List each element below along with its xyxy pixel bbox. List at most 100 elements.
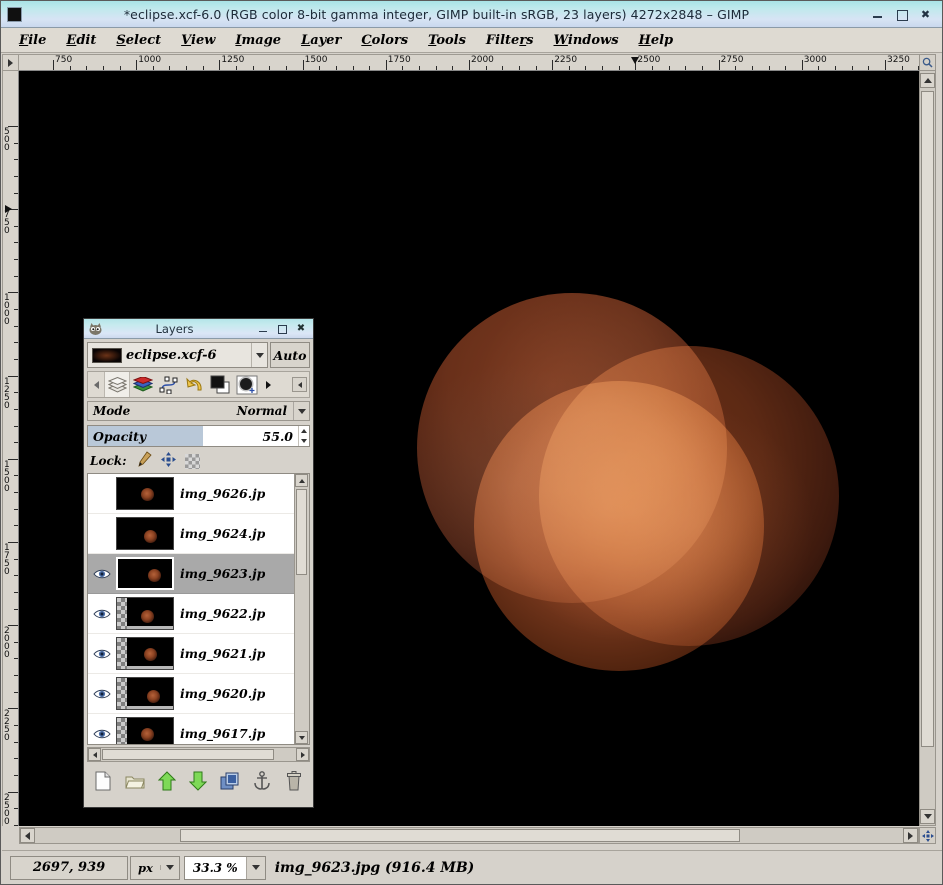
scroll-down-button[interactable] xyxy=(920,809,935,824)
transparency-checkerboard xyxy=(117,678,127,709)
canvas-horizontal-scrollbar[interactable] xyxy=(19,827,919,844)
layers-maximize-button[interactable] xyxy=(277,323,287,334)
layer-row[interactable]: img_9617.jp xyxy=(88,714,294,744)
layer-visibility-toggle[interactable] xyxy=(88,688,116,700)
menu-view[interactable]: View xyxy=(171,31,225,50)
layers-hscroll-right-button[interactable] xyxy=(296,748,309,761)
unit-selector[interactable]: px xyxy=(130,855,180,880)
menu-image[interactable]: Image xyxy=(225,31,291,50)
navigation-preview-button[interactable] xyxy=(919,827,936,844)
canvas-vertical-scrollbar[interactable] xyxy=(919,54,936,826)
layers-minimize-button[interactable] xyxy=(258,323,268,334)
duplicate-layer-button[interactable] xyxy=(218,769,242,793)
layer-row[interactable]: img_9621.jp xyxy=(88,634,294,674)
tabs-scroll-left[interactable] xyxy=(88,380,104,389)
ruler-minor-tick xyxy=(602,66,604,70)
lock-alpha-button[interactable] xyxy=(184,453,200,469)
tab-undo-history[interactable] xyxy=(182,372,208,397)
menu-edit[interactable]: Edit xyxy=(56,31,106,50)
menu-tools[interactable]: Tools xyxy=(418,31,476,50)
horizontal-scroll-thumb[interactable] xyxy=(180,829,740,842)
menu-filters[interactable]: Filters xyxy=(476,31,544,50)
tab-colors[interactable] xyxy=(208,372,234,397)
layer-visibility-toggle[interactable] xyxy=(88,608,116,620)
layer-row[interactable]: img_9620.jp xyxy=(88,674,294,714)
tab-brushes[interactable] xyxy=(234,372,260,397)
anchor-icon xyxy=(254,771,270,790)
layer-row[interactable]: img_9624.jp xyxy=(88,514,294,554)
layer-row[interactable]: img_9623.jp xyxy=(88,554,294,594)
brush-blob-icon xyxy=(236,375,258,394)
menu-file[interactable]: File xyxy=(9,31,56,50)
delete-layer-button[interactable] xyxy=(282,769,306,793)
horizontal-ruler[interactable]: 750 1000 1250 1500 1750 2000 2250 2500 2750 3000 3… xyxy=(19,54,919,71)
ruler-minor-tick xyxy=(851,66,853,70)
scroll-right-button[interactable] xyxy=(903,828,918,843)
lock-position-button[interactable] xyxy=(160,451,176,471)
layer-visibility-toggle[interactable] xyxy=(88,648,116,660)
menu-layer[interactable]: Layer xyxy=(291,31,351,50)
layer-row[interactable]: img_9626.jp xyxy=(88,474,294,514)
anchor-layer-button[interactable] xyxy=(250,769,274,793)
spinner-down-icon[interactable] xyxy=(301,439,307,443)
lock-pixels-button[interactable] xyxy=(136,451,152,471)
menu-help[interactable]: Help xyxy=(629,31,684,50)
tabs-scroll-right[interactable] xyxy=(260,380,276,389)
thumbnail-moon xyxy=(148,569,161,582)
ruler-minor-tick xyxy=(14,309,18,311)
layers-scroll-down-button[interactable] xyxy=(295,731,308,744)
opacity-spinner[interactable] xyxy=(298,426,309,446)
scroll-up-button[interactable] xyxy=(920,73,935,88)
ruler-label: 750 xyxy=(55,55,73,65)
layers-scroll-up-button[interactable] xyxy=(295,474,308,487)
scroll-left-button[interactable] xyxy=(20,828,35,843)
tab-menu-button[interactable] xyxy=(292,377,307,392)
raise-layer-button[interactable] xyxy=(155,769,179,793)
ruler-major-tick xyxy=(53,60,54,70)
tab-paths[interactable] xyxy=(156,372,182,397)
layer-visibility-toggle[interactable] xyxy=(88,728,116,740)
ruler-major-tick xyxy=(302,60,304,70)
tab-layers[interactable] xyxy=(104,372,130,397)
vertical-ruler[interactable]: 500 750 1000 1250 1500 1750 2000 2250 2500 xyxy=(2,71,19,826)
layers-list-scrollbar[interactable] xyxy=(294,474,309,744)
close-button[interactable]: ✖ xyxy=(919,8,932,21)
menu-select[interactable]: Select xyxy=(106,31,171,50)
ruler-origin-button[interactable] xyxy=(2,54,19,71)
layer-mode-combo[interactable]: Mode Normal xyxy=(87,401,310,421)
spinner-up-icon[interactable] xyxy=(301,429,307,433)
auto-follow-button[interactable]: Auto xyxy=(270,342,310,368)
lower-layer-button[interactable] xyxy=(186,769,210,793)
ruler-minor-tick xyxy=(14,741,18,743)
new-layer-button[interactable] xyxy=(91,769,115,793)
zoom-image-window-button[interactable] xyxy=(919,54,936,71)
layers-close-button[interactable]: ✖ xyxy=(296,323,306,334)
layers-list[interactable]: img_9626.jp img_9624.jp img_9623.jp img_962… xyxy=(88,474,294,744)
zoom-selector[interactable]: 33.3 % xyxy=(183,855,266,880)
minimize-button[interactable] xyxy=(871,8,884,21)
ruler-major-tick xyxy=(385,60,387,70)
opacity-slider[interactable]: Opacity 55.0 xyxy=(87,425,310,447)
layers-scroll-thumb[interactable] xyxy=(296,489,307,575)
layers-horizontal-scrollbar[interactable] xyxy=(87,747,310,762)
ruler-minor-tick xyxy=(685,66,687,70)
layer-row[interactable]: img_9622.jp xyxy=(88,594,294,634)
eye-icon xyxy=(93,729,111,738)
image-combo[interactable]: eclipse.xcf-6 xyxy=(87,342,268,368)
layers-toolbar xyxy=(87,767,310,795)
ruler-label: 3250 xyxy=(887,55,910,65)
ruler-minor-tick xyxy=(14,691,18,693)
ruler-minor-tick xyxy=(568,66,570,70)
new-layer-group-button[interactable] xyxy=(123,769,147,793)
thumbnail-moon xyxy=(141,728,154,741)
layer-visibility-toggle[interactable] xyxy=(88,568,116,580)
tab-channels[interactable] xyxy=(130,372,156,397)
vertical-scroll-thumb[interactable] xyxy=(921,91,934,747)
maximize-button[interactable] xyxy=(895,8,908,21)
menu-windows[interactable]: Windows xyxy=(544,31,629,50)
menu-colors[interactable]: Colors xyxy=(351,31,418,50)
layers-hscroll-thumb[interactable] xyxy=(102,749,274,760)
ruler-minor-tick xyxy=(502,66,504,70)
layers-hscroll-left-button[interactable] xyxy=(88,748,101,761)
ruler-major-tick xyxy=(801,60,803,70)
